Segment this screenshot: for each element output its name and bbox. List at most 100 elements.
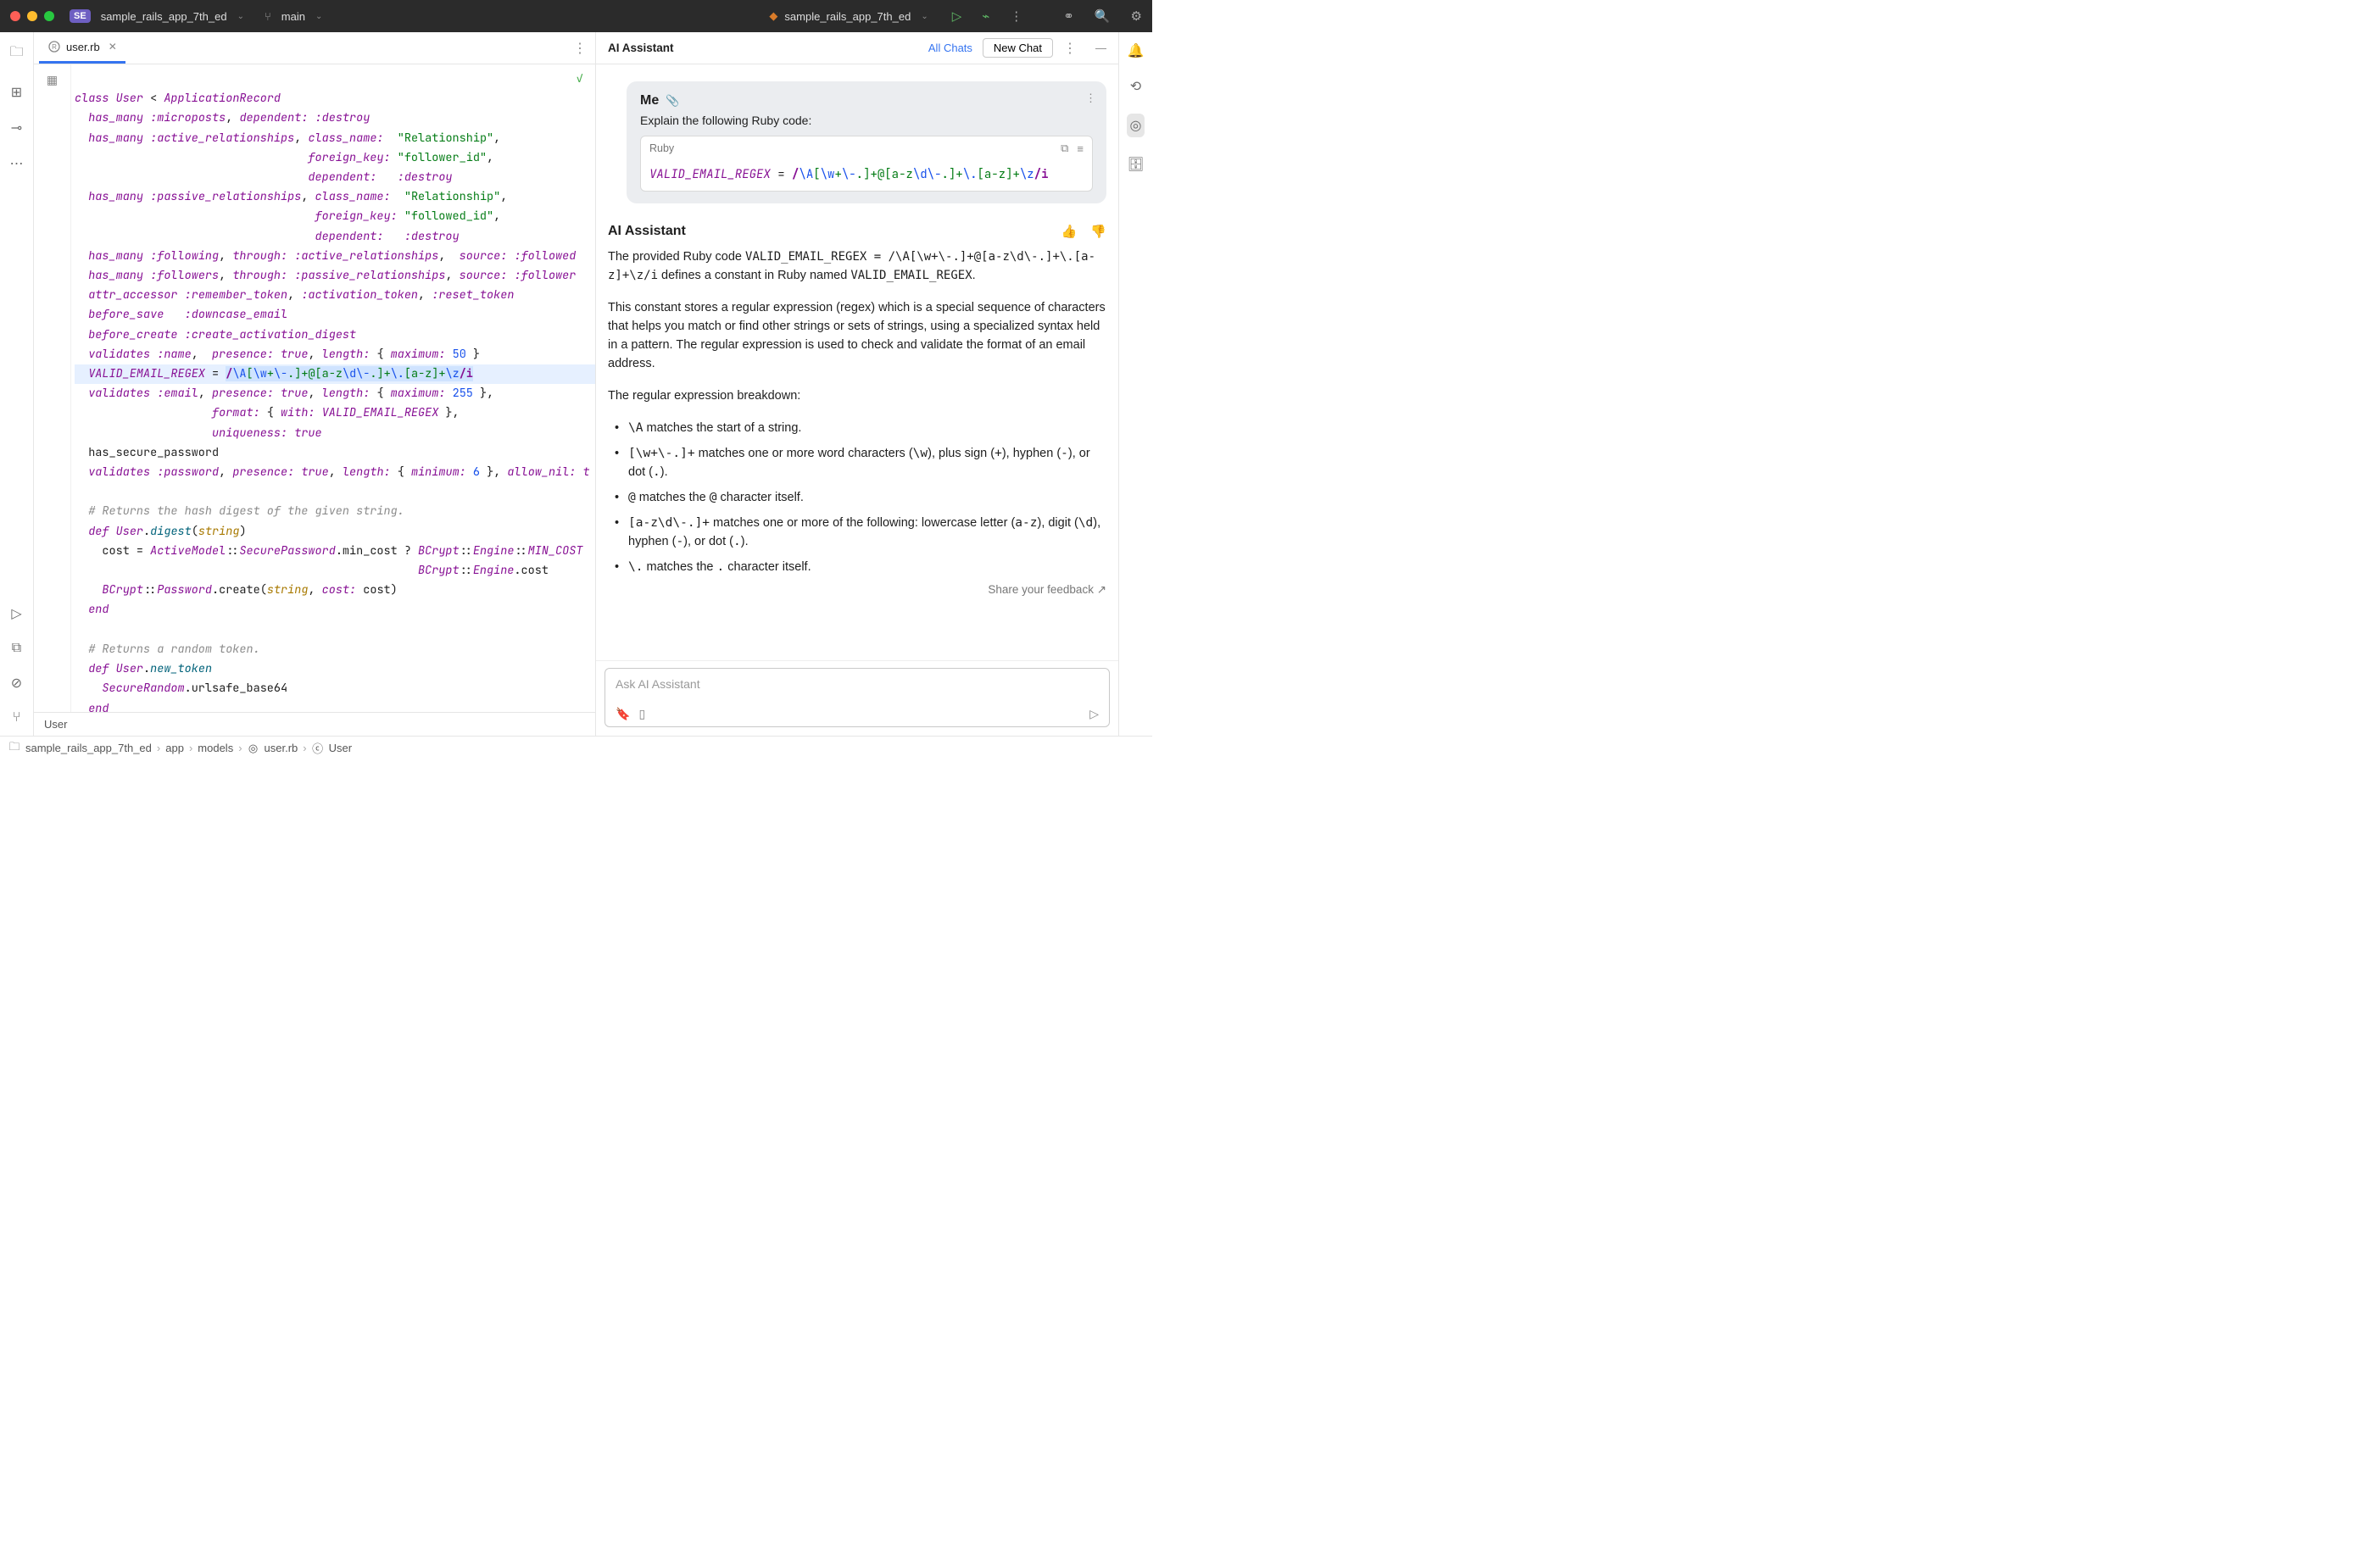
assistant-panel: AI Assistant All Chats New Chat ⋮ — Me 📎… [596, 32, 1118, 736]
assistant-reply-header: AI Assistant 👍 👎 [608, 224, 1106, 239]
copy-icon[interactable]: ⧉ [1061, 142, 1068, 155]
list-item: @ matches the @ character itself. [615, 488, 1106, 507]
thumbs-up-icon[interactable]: 👍 [1061, 224, 1078, 239]
input-placeholder: Ask AI Assistant [616, 677, 1099, 707]
code-with-me-icon[interactable]: ⚭ [1063, 8, 1074, 24]
reply-paragraph: The regular expression breakdown: [608, 386, 1106, 405]
ruby-file-icon: ◎ [248, 742, 259, 754]
list-item: \A matches the start of a string. [615, 419, 1106, 437]
run-config-name[interactable]: sample_rails_app_7th_ed [784, 10, 911, 23]
assistant-reply-title: AI Assistant [608, 224, 686, 239]
editor-panel: R user.rb ✕ ⋮ ▦ ✓class User < Applicatio… [34, 32, 596, 736]
folder-icon: 🗀 [8, 742, 20, 754]
reply-paragraph: The provided Ruby code VALID_EMAIL_REGEX… [608, 247, 1106, 285]
more-tools-icon[interactable]: ⋯ [10, 155, 24, 172]
minimize-panel-icon[interactable]: — [1095, 42, 1106, 54]
reply-paragraph: This constant stores a regular expressio… [608, 298, 1106, 373]
share-feedback-link[interactable]: Share your feedback ↗ [608, 583, 1106, 597]
editor-gutter: ▦ [34, 64, 71, 712]
user-label: Me [640, 93, 659, 108]
code-snippet: Ruby ⧉ ≡ VALID_EMAIL_REGEX = /\A[\w+\-.]… [640, 136, 1093, 192]
breadcrumb-item[interactable]: app [165, 742, 184, 754]
search-icon[interactable]: 🔍 [1095, 8, 1111, 24]
insert-icon[interactable]: ≡ [1077, 142, 1084, 155]
branch-name[interactable]: main [281, 10, 305, 23]
ai-assistant-tool-icon[interactable]: ◎ [1127, 114, 1145, 137]
user-message: Me 📎 ⋮ Explain the following Ruby code: … [627, 81, 1106, 203]
assistant-input[interactable]: Ask AI Assistant 🔖 ▯ ▷ [604, 668, 1110, 727]
breadcrumb-item[interactable]: User [329, 742, 352, 754]
attachment-icon[interactable]: 📎 [666, 94, 679, 108]
structure-tool-icon[interactable]: ⊞ [11, 84, 22, 101]
file-tab-user-rb[interactable]: R user.rb ✕ [39, 32, 125, 64]
project-badge: SE [70, 9, 91, 23]
user-prompt-text: Explain the following Ruby code: [640, 114, 1093, 127]
debug-icon[interactable]: ⌁ [982, 8, 989, 24]
chevron-right-icon: › [303, 742, 306, 754]
list-item: [\w+\-.]+ matches one or more word chara… [615, 444, 1106, 481]
chevron-down-icon: ⌄ [315, 12, 322, 21]
main-content: 🗀 ⊞ ⊸ ⋯ ▷ ⧉ ⊘ ⑂ R user.rb ✕ ⋮ ▦ [0, 32, 1152, 736]
assistant-header: AI Assistant All Chats New Chat ⋮ — [596, 32, 1118, 64]
snippet-lang: Ruby [649, 142, 674, 154]
thumbs-down-icon[interactable]: 👎 [1090, 224, 1106, 239]
database-tool-icon[interactable]: 🗄 [1127, 156, 1144, 173]
close-tab-icon[interactable]: ✕ [109, 41, 117, 53]
structure-gutter-icon[interactable]: ▦ [34, 73, 70, 87]
right-toolbar: 🔔 ⟲ ◎ 🗄 [1118, 32, 1152, 736]
project-name[interactable]: sample_rails_app_7th_ed [101, 10, 227, 23]
assistant-body: Me 📎 ⋮ Explain the following Ruby code: … [596, 64, 1118, 660]
assistant-input-area: Ask AI Assistant 🔖 ▯ ▷ [596, 660, 1118, 736]
run-config-icon: ◆ [769, 9, 777, 23]
window-controls [10, 11, 54, 21]
file-tab-label: user.rb [66, 41, 100, 53]
run-icon[interactable]: ▷ [952, 8, 962, 24]
vcs-tool-icon[interactable]: ⑂ [13, 710, 21, 726]
settings-icon[interactable]: ⚙ [1131, 8, 1142, 24]
code-body[interactable]: ✓class User < ApplicationRecord has_many… [71, 64, 595, 712]
bookmark-icon[interactable]: 🔖 [616, 707, 630, 721]
list-item: [a-z\d\-.]+ matches one or more of the f… [615, 514, 1106, 551]
breadcrumbs: 🗀 sample_rails_app_7th_ed › app › models… [0, 736, 1152, 759]
left-toolbar: 🗀 ⊞ ⊸ ⋯ ▷ ⧉ ⊘ ⑂ [0, 32, 34, 736]
editor-status-bar: User [34, 712, 595, 736]
commit-tool-icon[interactable]: ⊸ [11, 120, 22, 136]
chevron-right-icon: › [157, 742, 160, 754]
more-menu-icon[interactable]: ⋮ [1010, 8, 1022, 24]
project-tool-icon[interactable]: 🗀 [9, 42, 23, 65]
run-tool-icon[interactable]: ▷ [11, 605, 21, 622]
maximize-window-button[interactable] [44, 11, 54, 21]
breadcrumb-item[interactable]: sample_rails_app_7th_ed [25, 742, 152, 754]
list-item: \. matches the . character itself. [615, 558, 1106, 576]
breadcrumb-item[interactable]: user.rb [265, 742, 298, 754]
close-window-button[interactable] [10, 11, 20, 21]
breadcrumb-item[interactable]: models [198, 742, 233, 754]
regex-breakdown-list: \A matches the start of a string. [\w+\-… [615, 419, 1106, 576]
inspection-ok-icon: ✓ [576, 70, 583, 89]
all-chats-link[interactable]: All Chats [928, 42, 972, 54]
code-editor[interactable]: ▦ ✓class User < ApplicationRecord has_ma… [34, 64, 595, 712]
file-tabs: R user.rb ✕ ⋮ [34, 32, 595, 64]
new-chat-button[interactable]: New Chat [983, 38, 1053, 58]
terminal-tool-icon[interactable]: ⧉ [12, 641, 21, 656]
problems-tool-icon[interactable]: ⊘ [11, 675, 22, 692]
titlebar: SE sample_rails_app_7th_ed ⌄ ⑂ main ⌄ ◆ … [0, 0, 1152, 32]
class-icon: ⓒ [312, 742, 324, 754]
file-icon[interactable]: ▯ [638, 707, 645, 721]
tab-menu-icon[interactable]: ⋮ [573, 40, 587, 57]
minimize-window-button[interactable] [27, 11, 37, 21]
snippet-code: VALID_EMAIL_REGEX = /\A[\w+\-.]+@[a-z\d\… [641, 160, 1092, 191]
chevron-right-icon: › [189, 742, 192, 754]
notifications-icon[interactable]: 🔔 [1128, 42, 1145, 59]
editor-context-label: User [44, 718, 67, 731]
assistant-title: AI Assistant [608, 42, 674, 54]
send-icon[interactable]: ▷ [1089, 707, 1099, 721]
ruby-file-icon: R [47, 40, 61, 53]
chevron-right-icon: › [238, 742, 242, 754]
branch-icon: ⑂ [265, 10, 271, 23]
message-menu-icon[interactable]: ⋮ [1085, 92, 1096, 105]
assistant-menu-icon[interactable]: ⋮ [1063, 40, 1077, 57]
chevron-down-icon: ⌄ [237, 12, 244, 21]
recent-icon[interactable]: ⟲ [1130, 78, 1141, 95]
svg-text:R: R [52, 43, 57, 51]
